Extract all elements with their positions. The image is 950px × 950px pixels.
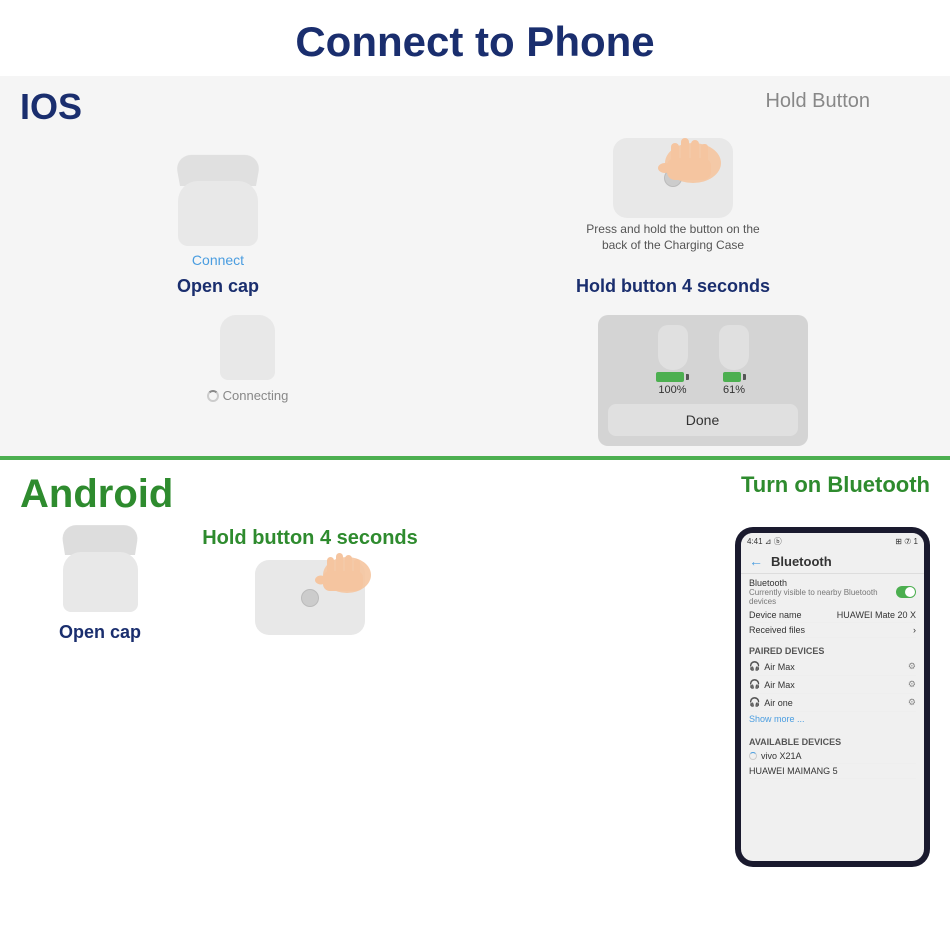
bt-device-row-1[interactable]: 🎧 Air Max ⚙: [749, 658, 916, 676]
connecting-label: Connecting: [207, 388, 289, 403]
device-name-row: Device name HUAWEI Mate 20 X: [749, 608, 916, 623]
bt-device-2: 🎧 Air Max: [749, 679, 795, 690]
available-device-row-2[interactable]: HUAWEI MAIMANG 5: [749, 764, 916, 779]
open-cap-label: Open cap: [177, 276, 259, 297]
ios-row1: Connect Open cap: [20, 138, 930, 305]
ios-open-cap-col: Connect Open cap: [177, 156, 259, 297]
received-files-arrow: ›: [913, 625, 916, 635]
bt-label: Bluetooth: [749, 578, 896, 588]
page-title: Connect to Phone: [0, 0, 950, 76]
bt-device-1: 🎧 Air Max: [749, 661, 795, 672]
earpiece-shape-2: [719, 325, 749, 370]
bt-toggle-section: Bluetooth Currently visible to nearby Bl…: [741, 574, 924, 642]
paired-devices-section: PAIRED DEVICES 🎧 Air Max ⚙ 🎧 Air Max: [741, 642, 924, 730]
battery-indicator-1: [656, 372, 689, 382]
android-right-col: 4:41 ⊿ ⓑ ⊞ ⑦ 1 ← Bluetooth Bluetooth C: [440, 527, 930, 867]
small-case-illustration: [220, 315, 275, 380]
received-files-label: Received files: [749, 625, 805, 635]
ios-label: IOS: [20, 86, 82, 128]
device-name-value: HUAWEI Mate 20 X: [837, 610, 916, 620]
battery-row: 100% 61%: [656, 325, 749, 396]
back-arrow-icon[interactable]: ←: [749, 553, 763, 569]
battery-tip-2: [743, 374, 746, 380]
bt-device-row-2[interactable]: 🎧 Air Max ⚙: [749, 676, 916, 694]
battery-tip-1: [686, 374, 689, 380]
android-case-open-illustration: [63, 527, 138, 612]
phone-screen: 4:41 ⊿ ⓑ ⊞ ⑦ 1 ← Bluetooth Bluetooth C: [741, 533, 924, 861]
show-more-button[interactable]: Show more ...: [749, 712, 916, 726]
received-files-row[interactable]: Received files ›: [749, 623, 916, 638]
bluetooth-toggle[interactable]: [896, 586, 916, 598]
bt-headphone-icon-1: 🎧: [749, 661, 760, 672]
ios-hold-button-col: Press and hold the button on theback of …: [573, 138, 773, 297]
android-left-col: Open cap: [20, 527, 180, 867]
android-label: Android: [20, 472, 173, 517]
android-case-lid: [60, 525, 140, 555]
battery-item-2: 61%: [719, 325, 749, 396]
status-right: ⊞ ⑦ 1: [895, 537, 918, 546]
case-body: [178, 181, 258, 246]
hold-button-label: Hold Button: [765, 90, 870, 113]
avail-device-2: HUAWEI MAIMANG 5: [749, 766, 838, 776]
phone-bt-header: ← Bluetooth: [741, 549, 924, 574]
turn-on-bluetooth-label: Turn on Bluetooth: [741, 472, 930, 498]
android-open-cap-label: Open cap: [59, 622, 141, 643]
avail-spinner-1: [749, 752, 757, 760]
android-case-body: [63, 552, 138, 612]
phone-status-bar: 4:41 ⊿ ⓑ ⊞ ⑦ 1: [741, 533, 924, 549]
android-content: Open cap Hold button 4 seconds: [20, 527, 930, 867]
android-case-press-illustration: [255, 560, 365, 635]
airpods-case-open-illustration: [178, 156, 258, 246]
battery-bar-1: [656, 372, 684, 382]
android-header: Android Turn on Bluetooth: [20, 472, 930, 517]
battery-indicator-2: [723, 372, 746, 382]
bt-toggle-row: Bluetooth Currently visible to nearby Bl…: [749, 578, 916, 606]
connect-label: Connect: [192, 252, 244, 268]
android-hand-press-icon: [305, 545, 375, 615]
phone-mockup: 4:41 ⊿ ⓑ ⊞ ⑦ 1 ← Bluetooth Bluetooth C: [735, 527, 930, 867]
avail-device-1: vivo X21A: [749, 751, 802, 761]
status-left: 4:41 ⊿ ⓑ: [747, 536, 782, 547]
connecting-spinner-icon: [207, 390, 219, 402]
bt-headphone-icon-3: 🎧: [749, 697, 760, 708]
bt-gear-icon-2[interactable]: ⚙: [908, 679, 916, 690]
android-middle-col: Hold button 4 seconds: [200, 527, 420, 867]
ios-done-col: 100% 61% Done: [475, 315, 930, 446]
bt-sub-label: Currently visible to nearby Bluetooth de…: [749, 588, 896, 606]
available-devices-section: AVAILABLE DEVICES vivo X21A HUAWEI MAIMA…: [741, 730, 924, 783]
charging-case-back: [613, 138, 733, 218]
connecting-text: Connecting: [223, 388, 289, 403]
press-description: Press and hold the button on theback of …: [586, 222, 759, 253]
device-name-label: Device name: [749, 610, 802, 620]
hand-press-illustration: Press and hold the button on theback of …: [573, 138, 773, 268]
battery-bar-2: [723, 372, 741, 382]
available-device-row-1[interactable]: vivo X21A: [749, 749, 916, 764]
bt-device-3: 🎧 Air one: [749, 697, 793, 708]
battery-item-1: 100%: [656, 325, 689, 396]
android-section: Android Turn on Bluetooth Open cap Hold …: [0, 460, 950, 877]
hand-pressing-icon: [643, 128, 723, 208]
paired-devices-title: PAIRED DEVICES: [749, 646, 916, 656]
ios-section: IOS Hold Button Connect Open cap: [0, 76, 950, 315]
bluetooth-title: Bluetooth: [771, 554, 832, 569]
hold-button-step-label: Hold button 4 seconds: [576, 276, 770, 297]
bt-headphone-icon-2: 🎧: [749, 679, 760, 690]
battery-pct-2: 61%: [723, 384, 745, 396]
available-devices-title: AVAILABLE DEVICES: [749, 734, 916, 749]
done-mockup: 100% 61% Done: [598, 315, 808, 446]
bt-gear-icon-3[interactable]: ⚙: [908, 697, 916, 708]
bt-gear-icon-1[interactable]: ⚙: [908, 661, 916, 672]
done-button[interactable]: Done: [608, 404, 798, 436]
ios-connecting-col: Connecting: [20, 315, 475, 446]
earpiece-shape-1: [658, 325, 688, 370]
battery-pct-1: 100%: [658, 384, 686, 396]
ios-row2: Connecting 100%: [0, 315, 950, 456]
bt-device-row-3[interactable]: 🎧 Air one ⚙: [749, 694, 916, 712]
